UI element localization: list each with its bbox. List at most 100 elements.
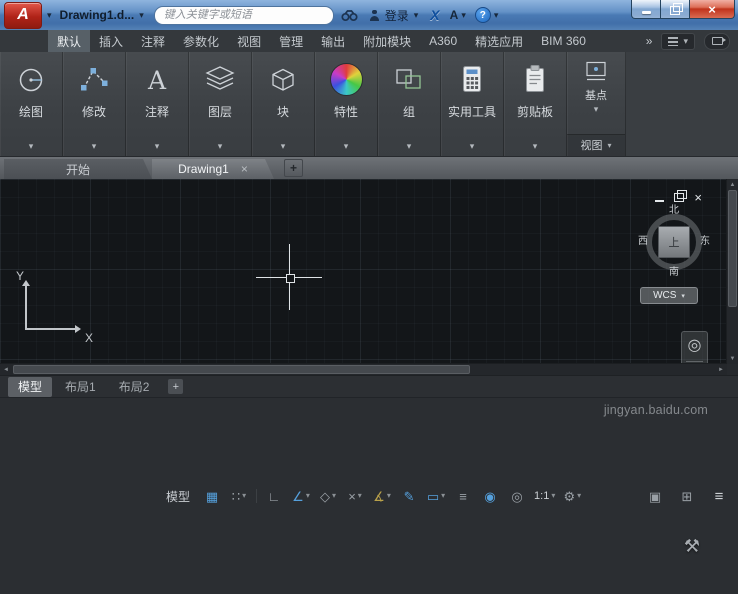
panel-flyout-arrow[interactable]: ▾ bbox=[155, 139, 160, 156]
layout-tab-layout1[interactable]: 布局1 bbox=[55, 377, 106, 397]
capture-button[interactable] bbox=[704, 32, 730, 50]
panel-flyout-arrow[interactable]: ▾ bbox=[92, 139, 97, 156]
window-close-button[interactable]: × bbox=[689, 0, 735, 19]
application-menu-button[interactable]: A bbox=[4, 1, 42, 29]
ribbon-overflow-icon[interactable]: » bbox=[646, 34, 653, 48]
ribbon-tab-view[interactable]: 视图 bbox=[228, 30, 270, 52]
polar-tracking-toggle[interactable]: ∠ ▾ bbox=[288, 486, 314, 506]
isolate-objects-button[interactable]: ▣ bbox=[642, 486, 668, 506]
title-dropdown-icon[interactable]: ▾ bbox=[139, 10, 144, 20]
osnap-tracking-toggle[interactable]: × ▾ bbox=[342, 486, 368, 506]
horizontal-scrollbar[interactable]: ◄ ► bbox=[0, 363, 727, 375]
panel-modify[interactable]: 修改 ▾ bbox=[63, 52, 126, 156]
panel-view[interactable]: 基点 ▾ 视图 ▾ bbox=[567, 52, 626, 156]
vertical-scroll-thumb[interactable] bbox=[728, 190, 737, 307]
vertical-scrollbar[interactable]: ▲ ▼ bbox=[726, 179, 738, 364]
chevron-down-icon[interactable]: ▾ bbox=[551, 492, 555, 500]
doc-restore-icon[interactable] bbox=[674, 190, 688, 202]
panel-layers[interactable]: 图层 ▾ bbox=[189, 52, 252, 156]
chevron-down-icon[interactable]: ▾ bbox=[441, 492, 445, 500]
search-icon[interactable] bbox=[341, 9, 358, 22]
new-layout-button[interactable]: + bbox=[168, 379, 184, 394]
scroll-up-icon[interactable]: ▲ bbox=[727, 179, 738, 190]
object-snap-toggle[interactable]: ∡ ▾ bbox=[369, 486, 395, 506]
panel-flyout-arrow[interactable]: ▾ bbox=[218, 139, 223, 156]
isometric-drafting-toggle[interactable]: ◇ ▾ bbox=[315, 486, 341, 506]
sign-in-button[interactable]: 登录 ▾ bbox=[365, 7, 423, 24]
close-tab-icon[interactable]: × bbox=[241, 163, 248, 175]
panel-properties[interactable]: 特性 ▾ bbox=[315, 52, 378, 156]
doc-minimize-icon[interactable] bbox=[655, 200, 665, 202]
workspace-switch-button[interactable]: ⚙ ▾ bbox=[559, 486, 585, 506]
dynamic-input-toggle[interactable]: ✎ bbox=[396, 486, 422, 506]
panel-clipboard[interactable]: 剪贴板 ▾ bbox=[504, 52, 567, 156]
panel-utilities[interactable]: 实用工具 ▾ bbox=[441, 52, 504, 156]
compass-west-label[interactable]: 西 bbox=[638, 237, 648, 247]
panel-flyout-arrow[interactable]: ▾ bbox=[407, 139, 412, 156]
exchange-apps-button[interactable]: A ▾ bbox=[448, 8, 468, 22]
wcs-dropdown[interactable]: WCS ▾ bbox=[640, 287, 698, 304]
panel-flyout-arrow[interactable]: ▾ bbox=[281, 139, 286, 156]
ribbon-tab-featured-apps[interactable]: 精选应用 bbox=[466, 30, 532, 52]
ribbon-tab-annotate[interactable]: 注释 bbox=[132, 30, 174, 52]
file-tab-start[interactable]: 开始 bbox=[4, 159, 152, 179]
annotation-autoscale-toggle[interactable]: ◎ bbox=[504, 486, 530, 506]
chevron-down-icon[interactable]: ▾ bbox=[358, 492, 362, 500]
ortho-toggle[interactable]: ∟ bbox=[261, 486, 287, 506]
annotation-visibility-toggle[interactable]: ◉ bbox=[477, 486, 503, 506]
scroll-down-icon[interactable]: ▼ bbox=[727, 353, 738, 364]
panel-flyout-arrow[interactable]: ▾ bbox=[470, 139, 475, 156]
chevron-down-icon[interactable]: ▾ bbox=[242, 492, 246, 500]
ribbon-tab-insert[interactable]: 插入 bbox=[90, 30, 132, 52]
panel-flyout-arrow[interactable]: ▾ bbox=[29, 139, 34, 156]
compass-east-label[interactable]: 东 bbox=[700, 237, 710, 247]
panel-draw[interactable]: 绘图 ▾ bbox=[0, 52, 63, 156]
drawing-canvas[interactable]: Y X bbox=[0, 179, 727, 364]
chevron-down-icon[interactable]: ▾ bbox=[332, 492, 336, 500]
search-input[interactable] bbox=[153, 5, 334, 25]
help-button[interactable]: ? ▾ bbox=[473, 7, 501, 23]
navigation-wheel-icon[interactable]: ◎ bbox=[688, 338, 702, 354]
panel-annotate[interactable]: A 注释 ▾ bbox=[126, 52, 189, 156]
ribbon-tab-output[interactable]: 输出 bbox=[312, 30, 354, 52]
scroll-right-icon[interactable]: ► bbox=[715, 367, 727, 373]
viewcube-top-face[interactable]: 上 bbox=[658, 226, 690, 258]
ribbon-tab-a360[interactable]: A360 bbox=[420, 30, 466, 52]
transparency-toggle[interactable]: ≡ bbox=[450, 486, 476, 506]
doc-close-icon[interactable]: × bbox=[694, 191, 702, 204]
ribbon-tab-parametric[interactable]: 参数化 bbox=[174, 30, 228, 52]
snap-mode-toggle[interactable]: ∷ ▾ bbox=[226, 486, 252, 506]
view-panel-title[interactable]: 视图 ▾ bbox=[567, 134, 625, 156]
scroll-left-icon[interactable]: ◄ bbox=[0, 367, 12, 373]
chevron-down-icon[interactable]: ▾ bbox=[387, 492, 391, 500]
file-tab-drawing1[interactable]: Drawing1 × bbox=[152, 159, 274, 179]
chevron-down-icon[interactable]: ▾ bbox=[577, 492, 581, 500]
clean-screen-button[interactable]: ⊞ bbox=[674, 486, 700, 506]
lineweight-toggle[interactable]: ▭ ▾ bbox=[423, 486, 449, 506]
ribbon-tab-addins[interactable]: 附加模块 bbox=[354, 30, 420, 52]
customization-menu-button[interactable]: ≡ bbox=[706, 486, 732, 506]
window-minimize-button[interactable] bbox=[631, 0, 661, 19]
vertical-scroll-track[interactable] bbox=[727, 307, 738, 353]
ribbon-tab-bim360[interactable]: BIM 360 bbox=[532, 30, 595, 52]
layout-tab-model[interactable]: 模型 bbox=[8, 376, 53, 397]
model-space-button[interactable]: 模型 bbox=[158, 488, 198, 505]
a360-icon[interactable]: X bbox=[427, 7, 442, 23]
grid-toggle[interactable]: ▦ bbox=[199, 486, 225, 506]
compass-north-label[interactable]: 北 bbox=[669, 206, 679, 216]
panel-group[interactable]: 组 ▾ bbox=[378, 52, 441, 156]
ribbon-tab-manage[interactable]: 管理 bbox=[270, 30, 312, 52]
ribbon-display-button[interactable]: ▾ bbox=[661, 32, 695, 50]
new-drawing-button[interactable]: + bbox=[284, 159, 303, 177]
horizontal-scroll-thumb[interactable] bbox=[13, 365, 470, 374]
annotation-scale-button[interactable]: 1:1 ▾ bbox=[531, 486, 558, 506]
quick-access-dropdown-icon[interactable]: ▾ bbox=[47, 10, 52, 20]
panel-flyout-arrow[interactable]: ▾ bbox=[344, 139, 349, 156]
panel-block[interactable]: 块 ▾ bbox=[252, 52, 315, 156]
panel-flyout-arrow[interactable]: ▾ bbox=[533, 139, 538, 156]
ribbon-tab-home[interactable]: 默认 bbox=[48, 30, 91, 52]
chevron-down-icon[interactable]: ▾ bbox=[306, 492, 310, 500]
window-restore-button[interactable] bbox=[660, 0, 690, 19]
panel-flyout-arrow[interactable]: ▾ bbox=[594, 104, 599, 115]
compass-south-label[interactable]: 南 bbox=[669, 268, 679, 278]
